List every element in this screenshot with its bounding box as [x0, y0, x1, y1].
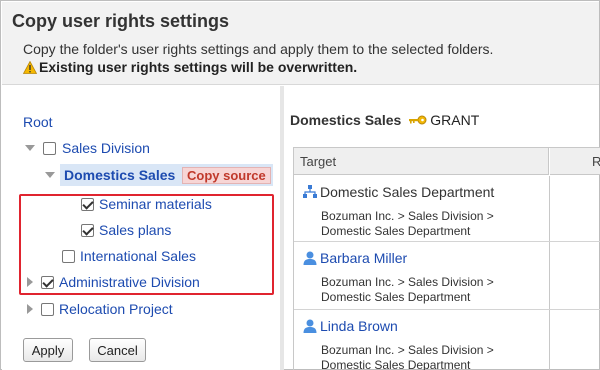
folder-name: Domestics Sales [290, 112, 402, 128]
key-icon [409, 115, 427, 125]
target-name: Barbara Miller [302, 250, 407, 266]
target-path-line: Bozuman Inc. > Sales Division > [321, 275, 494, 289]
page-description: Copy the folder's user rights settings a… [23, 41, 494, 57]
target-path-line: Domestic Sales Department [321, 358, 471, 370]
collapse-icon[interactable] [45, 172, 55, 178]
target-path-line: Domestic Sales Department [321, 224, 471, 238]
tree-root[interactable]: Root [23, 112, 53, 132]
organization-icon [303, 185, 317, 198]
page-title: Copy user rights settings [12, 11, 230, 31]
tree-item-label[interactable]: Relocation Project [59, 301, 173, 317]
table-row: Linda Brown Bozuman Inc. > Sales Divisio… [294, 310, 600, 370]
warning-text: Existing user rights settings will be ov… [39, 59, 358, 75]
table-row: Domestic Sales Department Bozuman Inc. >… [294, 176, 600, 242]
pane-divider[interactable] [280, 86, 284, 370]
target-path-line: Bozuman Inc. > Sales Division > [321, 209, 494, 223]
cancel-button[interactable]: Cancel [89, 338, 146, 362]
checkbox-sales-division[interactable] [43, 141, 56, 155]
user-icon [303, 251, 317, 265]
tree-item-label[interactable]: Sales Division [62, 140, 150, 156]
target-cell: Barbara Miller Bozuman Inc. > Sales Divi… [294, 242, 550, 309]
target-cell: Domestic Sales Department Bozuman Inc. >… [294, 176, 550, 241]
target-name: Linda Brown [302, 318, 398, 334]
dialog-frame: Copy user rights settings Copy the folde… [0, 0, 600, 370]
target-name-text: Domestic Sales Department [320, 184, 495, 200]
expand-icon[interactable] [27, 304, 33, 314]
tree-item-relocation-project: Relocation Project [27, 299, 173, 319]
copy-source-badge: Copy source [182, 167, 271, 184]
checkbox-relocation-project[interactable] [41, 302, 54, 316]
rights-table: Target R Domestic Sales Department Bozum… [293, 147, 600, 370]
user-link[interactable]: Linda Brown [320, 318, 398, 334]
tree-item-sales-division: Sales Division [25, 138, 150, 158]
warning-message: Existing user rights settings will be ov… [23, 59, 357, 75]
selection-highlight-box [19, 194, 274, 295]
tree-item-domestics-sales [45, 165, 55, 185]
target-path-line: Domestic Sales Department [321, 290, 471, 304]
column-header-r: R [550, 148, 600, 175]
apply-button[interactable]: Apply [23, 338, 73, 362]
target-name: Domestic Sales Department [302, 184, 494, 200]
column-header-target: Target [294, 148, 549, 175]
user-icon [303, 319, 317, 333]
target-path: Bozuman Inc. > Sales Division > Domestic… [321, 209, 494, 239]
table-row: Barbara Miller Bozuman Inc. > Sales Divi… [294, 242, 600, 310]
tree-root-label[interactable]: Root [23, 114, 53, 130]
grant-label: GRANT [430, 112, 480, 128]
tree-item-label-selected[interactable]: Domestics Sales [64, 167, 175, 183]
folder-title: Domestics Sales GRANT [290, 112, 479, 128]
target-cell: Linda Brown Bozuman Inc. > Sales Divisio… [294, 310, 550, 370]
warning-icon [23, 60, 37, 74]
user-link[interactable]: Barbara Miller [320, 250, 407, 266]
target-path: Bozuman Inc. > Sales Division > Domestic… [321, 275, 494, 305]
collapse-icon[interactable] [25, 145, 35, 151]
target-path-line: Bozuman Inc. > Sales Division > [321, 343, 494, 357]
page-header: Copy user rights settings Copy the folde… [2, 2, 599, 85]
target-path: Bozuman Inc. > Sales Division > Domestic… [321, 343, 494, 370]
